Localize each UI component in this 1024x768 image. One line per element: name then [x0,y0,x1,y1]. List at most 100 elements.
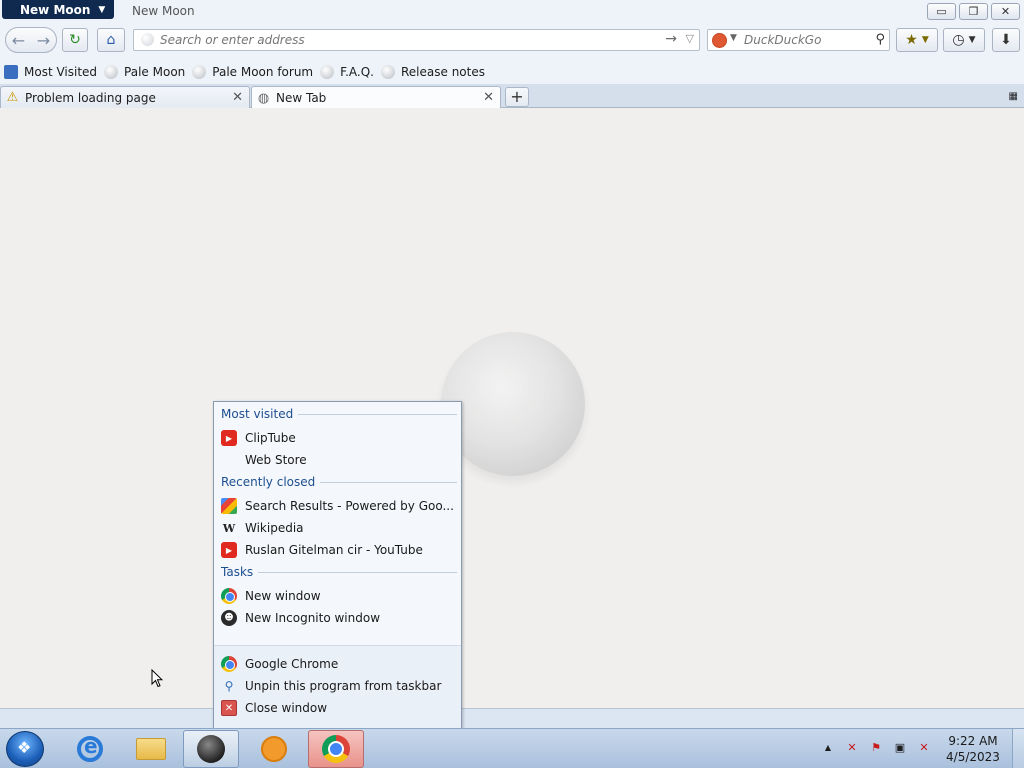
home-button[interactable]: ⌂ [97,28,125,52]
volume-muted-icon[interactable]: ✕ [916,739,932,755]
jumplist-label: Wikipedia [245,521,304,535]
bookmark-label: Most Visited [24,65,98,79]
taskbar-internet-explorer[interactable] [62,730,118,768]
taskbar-file-explorer[interactable] [123,730,179,768]
search-engine-dropdown-icon[interactable]: ▼ [730,33,737,43]
close-window-button[interactable]: ✕ [991,3,1020,20]
jumplist-label: New window [245,589,321,603]
restore-button[interactable]: ❐ [959,3,988,20]
jumplist-item-new-window[interactable]: New window [221,586,457,606]
taskbar-avast[interactable] [246,730,302,768]
jumplist-item-youtube[interactable]: ▶ Ruslan Gitelman cir - YouTube [221,540,457,560]
app-menu-button[interactable]: New Moon ▼ [2,0,114,19]
url-bar[interactable]: → ▽ [133,29,700,51]
page-content [0,108,1024,708]
jumplist-item-search-results[interactable]: Search Results - Powered by Goo... [221,496,457,516]
jumplist-item-new-incognito-window[interactable]: ☻ New Incognito window [221,608,457,628]
new-tab-button[interactable]: + [505,87,529,107]
jumplist-item-wikipedia[interactable]: W Wikipedia [221,518,457,538]
new-tab-page-icon: ◍ [257,90,270,106]
jumplist-item-google-chrome[interactable]: Google Chrome [221,654,457,674]
go-arrow-icon[interactable]: → [665,31,677,47]
close-tab-icon[interactable]: ✕ [483,90,494,105]
jumplist-item-cliptube[interactable]: ▶ ClipTube [221,428,457,448]
navigation-toolbar: ← → ↻ ⌂ → ▽ ▼ ⚲ ★ ▼ ◷ ▼ ⬇ [0,22,1024,60]
chevron-down-icon: ▼ [921,35,929,45]
chrome-icon [221,588,237,604]
jumplist-item-unpin[interactable]: ⚲ Unpin this program from taskbar [221,676,457,696]
folder-icon [136,738,166,760]
jumplist-label: Search Results - Powered by Goo... [245,499,454,513]
jumplist-item-web-store[interactable]: Web Store [221,450,457,470]
bookmark-pale-moon[interactable]: Pale Moon [104,65,185,79]
close-tab-icon[interactable]: ✕ [232,90,243,105]
jumplist-label: Google Chrome [245,657,339,671]
internet-explorer-icon [77,734,103,762]
bookmark-faq[interactable]: F.A.Q. [320,65,374,79]
mouse-cursor-icon [151,669,163,688]
start-button[interactable] [6,731,44,767]
new-moon-icon [197,735,225,763]
chrome-icon [221,656,237,672]
pin-icon: ⚲ [224,679,234,693]
tab-groups-icon[interactable]: ▦ [1009,91,1018,102]
jumplist-label: Unpin this program from taskbar [245,679,442,693]
google-icon [221,498,237,514]
tab-new-tab[interactable]: ◍ New Tab ✕ [251,86,501,109]
site-identity-icon[interactable] [141,33,154,46]
star-icon: ★ [905,32,918,48]
windows-taskbar: ▲ ✕ ⚑ ▣ ✕ 9:22 AM 4/5/2023 [0,728,1024,768]
pale-moon-icon [320,65,335,79]
web-store-icon [221,452,237,468]
download-icon: ⬇ [1000,32,1012,48]
section-tasks: Tasks [221,564,457,580]
search-bar[interactable]: ▼ ⚲ [707,29,890,51]
jumplist-program-section: Google Chrome ⚲ Unpin this program from … [214,646,461,728]
network-icon[interactable]: ▣ [892,739,908,755]
pale-moon-icon [381,65,395,79]
close-icon: ✕ [221,700,237,716]
bookmark-label: Pale Moon forum [212,65,314,79]
minimize-button[interactable]: ▭ [927,3,956,20]
bookmark-most-visited[interactable]: Most Visited [4,65,97,79]
tab-problem-loading[interactable]: ⚠ Problem loading page ✕ [0,86,250,108]
bookmark-label: Release notes [401,65,485,79]
tab-strip: ⚠ Problem loading page ✕ ◍ New Tab ✕ + ▦ [0,84,1024,109]
history-button[interactable]: ◷ ▼ [943,28,985,52]
url-history-dropdown-icon[interactable]: ▽ [686,32,694,45]
clock-icon: ◷ [952,32,965,48]
show-desktop-button[interactable] [1012,729,1024,768]
url-input[interactable] [160,32,650,48]
bookmark-pale-moon-forum[interactable]: Pale Moon forum [192,65,313,79]
bookmarks-menu-button[interactable]: ★ ▼ [896,28,938,52]
youtube-icon: ▶ [221,542,237,558]
action-center-flag-icon[interactable]: ⚑ [868,739,884,755]
taskbar-jump-list: Most visited ▶ ClipTube Web Store Recent… [213,401,462,728]
search-icon[interactable]: ⚲ [875,32,885,47]
chevron-down-icon: ▼ [98,4,106,15]
bookmark-label: Pale Moon [124,65,186,79]
jumplist-item-close-window[interactable]: ✕ Close window [221,698,457,718]
back-button[interactable]: ← [6,31,31,50]
back-forward-group: ← → [5,27,57,53]
reload-button[interactable]: ↻ [62,28,88,52]
clock-time: 9:22 AM [948,734,998,748]
forward-button[interactable]: → [31,31,56,50]
status-bar [0,708,1024,728]
downloads-button[interactable]: ⬇ [992,28,1020,52]
duckduckgo-icon[interactable] [712,33,727,48]
incognito-icon: ☻ [221,610,237,626]
tab-label: Problem loading page [25,90,156,105]
section-most-visited: Most visited [221,406,457,422]
system-clock[interactable]: 9:22 AM 4/5/2023 [938,733,1008,765]
taskbar-new-moon[interactable] [183,730,239,768]
taskbar-google-chrome[interactable] [308,730,364,768]
bookmark-release-notes[interactable]: Release notes [381,65,485,79]
jumplist-label: New Incognito window [245,611,381,625]
antivirus-alert-icon[interactable]: ✕ [844,739,860,755]
chrome-icon [322,735,350,763]
show-hidden-icons-button[interactable]: ▲ [820,739,836,755]
search-input[interactable] [744,32,864,48]
title-bar: New Moon ▼ New Moon ▭ ❐ ✕ [0,0,1024,22]
jumplist-label: Close window [245,701,328,715]
